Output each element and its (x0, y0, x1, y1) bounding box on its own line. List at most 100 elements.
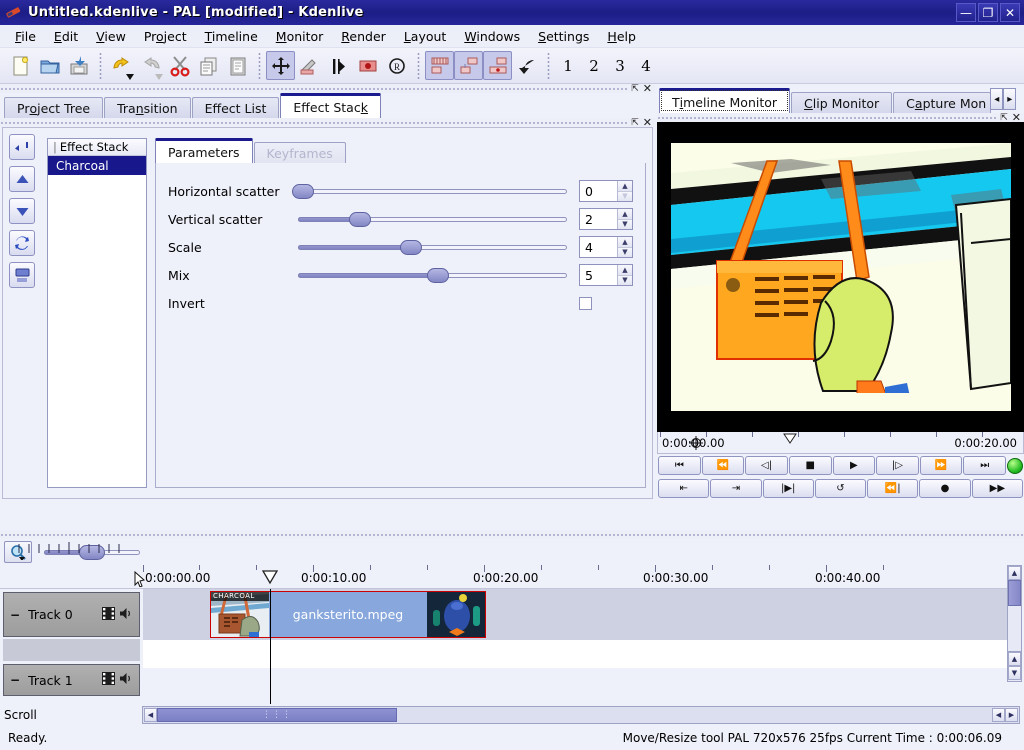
delete-effect-icon[interactable] (9, 262, 35, 288)
layout-2-button[interactable]: 2 (581, 53, 607, 79)
audio-speaker-icon[interactable] (119, 607, 133, 623)
menu-monitor[interactable]: Monitor (267, 27, 333, 46)
menu-help[interactable]: Help (598, 27, 645, 46)
tab-scroll-left-button[interactable]: ◂ (990, 88, 1003, 110)
hscroll-thumb[interactable]: ⋮⋮⋮ (157, 708, 397, 722)
prev-marker-button[interactable]: ⏪| (867, 479, 918, 498)
close-button[interactable]: ✕ (1000, 3, 1020, 22)
menu-file[interactable]: File (6, 27, 45, 46)
horizontal-scatter-spinbox[interactable]: 0 ▲▼ (579, 180, 633, 202)
forward-button[interactable]: ⏩ (920, 456, 963, 475)
layout-3-button[interactable]: 3 (607, 53, 633, 79)
monitor-playhead-marker[interactable] (783, 433, 797, 444)
scroll-right-arrow-a-icon[interactable]: ◀ (992, 708, 1005, 722)
track-lane-0[interactable]: CHARCOAL ganksterito.mpeg (143, 589, 1007, 640)
razor-tool-icon[interactable] (295, 51, 324, 80)
menu-view[interactable]: View (87, 27, 135, 46)
spin-down-icon[interactable]: ▼ (618, 276, 632, 286)
video-track-icon[interactable] (102, 672, 115, 688)
vertical-scatter-slider[interactable] (298, 209, 567, 229)
new-document-icon[interactable] (6, 51, 35, 80)
frame-forward-button[interactable]: |▷ (876, 456, 919, 475)
snap-to-ruler-icon[interactable] (425, 51, 454, 80)
scroll-up-small-icon[interactable]: ▲ (1008, 652, 1021, 666)
insert-zone-icon[interactable] (483, 51, 512, 80)
tab-timeline-monitor[interactable]: Timeline Monitor (659, 88, 790, 113)
cut-scissors-icon[interactable] (165, 51, 194, 80)
copy-icon[interactable] (194, 51, 223, 80)
marker-tool-icon[interactable] (353, 51, 382, 80)
vscroll-thumb[interactable] (1008, 580, 1021, 606)
undo-icon[interactable] (107, 51, 136, 80)
timeline-clip[interactable]: CHARCOAL ganksterito.mpeg (210, 591, 486, 638)
video-preview[interactable] (657, 122, 1024, 432)
tab-parameters[interactable]: Parameters (155, 138, 253, 163)
scroll-down-small-icon[interactable]: ▼ (1008, 666, 1021, 680)
invert-checkbox[interactable] (579, 297, 592, 310)
timeline-vertical-scrollbar[interactable]: ▲ ▲ ▼ (1007, 539, 1024, 704)
next-marker-button[interactable]: ▶▶ (972, 479, 1023, 498)
zone-start-button[interactable]: ⇤ (658, 479, 709, 498)
stop-button[interactable]: ■ (789, 456, 832, 475)
track-header-1[interactable]: − Track 1 (3, 664, 140, 696)
go-end-button[interactable]: ⏭ (963, 456, 1006, 475)
spin-down-icon[interactable]: ▼ (618, 248, 632, 258)
add-marker-button[interactable]: ● (919, 479, 970, 498)
menu-windows[interactable]: Windows (455, 27, 529, 46)
mix-spinbox[interactable]: 5 ▲▼ (579, 264, 633, 286)
go-start-button[interactable]: ⏮ (658, 456, 701, 475)
set-zone-button[interactable]: |▶| (763, 479, 814, 498)
vertical-scatter-spinbox[interactable]: 2 ▲▼ (579, 208, 633, 230)
timeline-dock-grip[interactable] (0, 530, 1024, 539)
monitor-timeline-ruler[interactable]: 0:00:00.00 0:00:20.00 (657, 432, 1024, 454)
move-resize-tool-icon[interactable] (266, 51, 295, 80)
move-effect-up-icon[interactable] (9, 166, 35, 192)
frame-back-button[interactable]: ◁| (745, 456, 788, 475)
float-icon[interactable]: ⇱ (631, 118, 639, 128)
menu-layout[interactable]: Layout (395, 27, 456, 46)
timeline-ruler[interactable]: 0:00:00.00 0:00:10.00 0:00:20.00 0:00:30… (0, 565, 1007, 589)
open-folder-icon[interactable] (35, 51, 64, 80)
track-lanes[interactable]: CHARCOAL ganksterito.mpeg (143, 589, 1007, 704)
scroll-up-icon[interactable]: ▲ (1008, 566, 1021, 580)
loop-zone-icon[interactable] (512, 51, 541, 80)
layout-4-button[interactable]: 4 (633, 53, 659, 79)
zone-end-button[interactable]: ⇥ (710, 479, 761, 498)
reset-effect-icon[interactable] (9, 230, 35, 256)
paste-icon[interactable] (223, 51, 252, 80)
play-button[interactable]: ▶ (833, 456, 876, 475)
mix-slider[interactable] (298, 265, 567, 285)
collapse-icon[interactable]: − (10, 608, 20, 622)
track-header-0[interactable]: − Track 0 (3, 592, 140, 637)
audio-speaker-icon[interactable] (119, 672, 133, 688)
spin-up-icon[interactable]: ▲ (618, 265, 632, 276)
scroll-left-icon[interactable]: ◀ (144, 708, 157, 722)
spin-up-icon[interactable]: ▲ (618, 237, 632, 248)
record-tool-icon[interactable]: R (382, 51, 411, 80)
float-icon[interactable]: ⇱ (1000, 113, 1008, 123)
apply-effect-icon[interactable] (9, 134, 35, 160)
tab-transition[interactable]: Transition (104, 97, 190, 118)
left-dock-grip[interactable]: ⇱ ✕ (0, 84, 655, 93)
video-track-icon[interactable] (102, 607, 115, 623)
menu-render[interactable]: Render (332, 27, 395, 46)
tab-scroll-right-button[interactable]: ▸ (1003, 88, 1016, 110)
scale-slider[interactable] (298, 237, 567, 257)
tab-effect-list[interactable]: Effect List (192, 97, 280, 118)
rewind-button[interactable]: ⏪ (702, 456, 745, 475)
tab-clip-monitor[interactable]: Clip Monitor (791, 92, 892, 113)
spin-up-icon[interactable]: ▲ (618, 181, 632, 192)
float-icon[interactable]: ⇱ (631, 84, 639, 94)
menu-edit[interactable]: Edit (45, 27, 87, 46)
spin-up-icon[interactable]: ▲ (618, 209, 632, 220)
fit-zoom-icon[interactable] (454, 51, 483, 80)
tab-capture-monitor[interactable]: Capture Mon (893, 92, 991, 113)
spin-down-icon[interactable]: ▼ (618, 220, 632, 230)
timeline-horizontal-scrollbar[interactable]: ◀ ⋮⋮⋮ ◀ ▶ (142, 706, 1020, 724)
list-item[interactable]: Charcoal (48, 156, 146, 175)
horizontal-scatter-slider[interactable] (298, 181, 567, 201)
maximize-button[interactable]: ❐ (978, 3, 998, 22)
tab-project-tree[interactable]: Project Tree (4, 97, 103, 118)
loop-button[interactable]: ↺ (815, 479, 866, 498)
save-icon[interactable] (64, 51, 93, 80)
